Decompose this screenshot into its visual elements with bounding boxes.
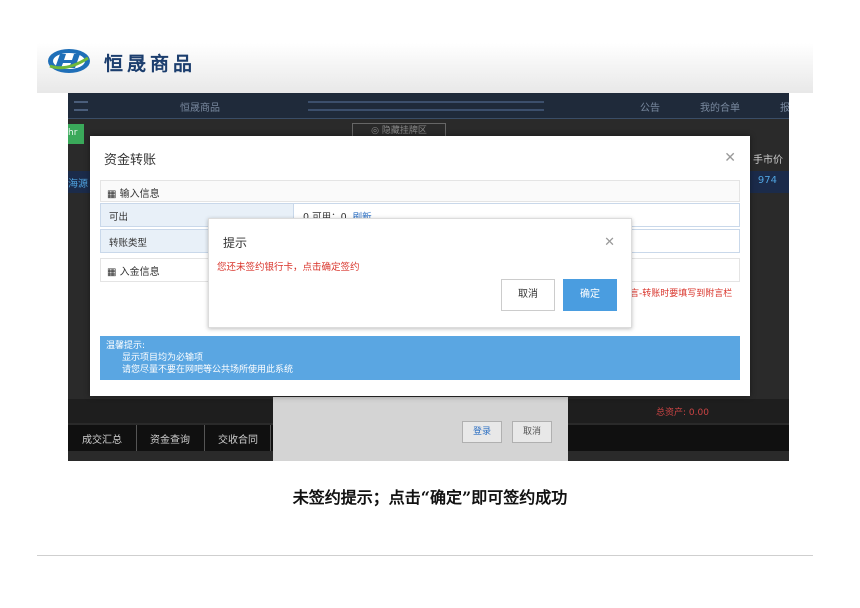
tab-trade-summary[interactable]: 成交汇总 <box>82 431 122 446</box>
menu-icon[interactable] <box>74 101 88 111</box>
caption: 未签约提示；点击“确定”即可签约成功 <box>292 488 568 507</box>
login-button[interactable]: 登录 <box>462 421 502 443</box>
alert-message: 您还未签约银行卡，点击确定签约 <box>217 262 360 273</box>
nav-item-notice[interactable]: 公告 <box>640 99 660 114</box>
tab-divider <box>136 425 137 451</box>
tips-line: 请您尽量不要在网吧等公共场所使用此系统 <box>122 365 294 375</box>
section-label: 输入信息 <box>119 189 160 200</box>
tips-panel: 温馨提示: 显示项目均为必输项 请您尽量不要在网吧等公共场所使用此系统 <box>100 336 740 380</box>
remark-note: 言-转账时要填写到附言栏 <box>630 289 733 299</box>
nav-item-report[interactable]: 报 <box>780 99 789 114</box>
dialog-title: 资金转账 <box>104 153 157 168</box>
tab-delivery-contract[interactable]: 交收合同 <box>218 431 258 446</box>
brand-name: 恒晟商品 <box>104 53 197 75</box>
tips-line: 显示项目均为必输项 <box>122 353 204 363</box>
quote-row-right: 974 <box>757 175 777 186</box>
confirm-button[interactable]: 确定 <box>563 279 617 311</box>
divider <box>37 555 813 556</box>
quote-row-left: 海源 <box>68 179 88 190</box>
nav-title: 恒晟商品 <box>180 103 220 114</box>
login-cancel-button[interactable]: 取消 <box>512 421 552 443</box>
close-icon[interactable]: ✕ <box>724 150 736 166</box>
company-logo-icon <box>48 49 90 73</box>
tips-heading: 温馨提示: <box>106 341 146 351</box>
alert-title: 提示 <box>223 236 248 250</box>
total-assets: 总资产: 0.00 <box>656 408 709 418</box>
section-label: 入金信息 <box>119 267 160 278</box>
close-icon[interactable]: ✕ <box>604 235 615 250</box>
input-info-section: ▦ 输入信息 <box>100 180 740 202</box>
tab-divider <box>270 425 271 451</box>
nav-item-orders[interactable]: 我的合单 <box>700 99 740 114</box>
green-tab[interactable]: hr <box>68 124 84 144</box>
list-icon: ▦ <box>107 267 120 278</box>
tab-fund-query[interactable]: 资金查询 <box>150 431 190 446</box>
tab-divider <box>204 425 205 451</box>
cancel-button[interactable]: 取消 <box>501 279 555 311</box>
list-icon: ▦ <box>107 189 120 200</box>
market-price-label: 手市价 <box>753 155 783 166</box>
top-nav: 恒晟商品 公告 我的合单 报 <box>68 93 789 119</box>
unsigned-alert-dialog: 提示 ✕ 您还未签约银行卡，点击确定签约 取消 确定 <box>208 218 632 328</box>
nav-stripe <box>308 101 544 111</box>
